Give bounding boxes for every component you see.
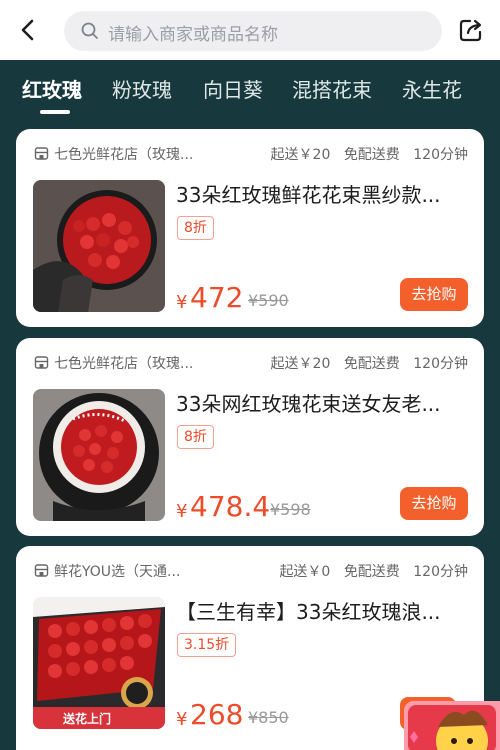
store-name[interactable]: 七色光鲜花店（玫瑰... — [54, 353, 193, 373]
original-price: ¥598 — [270, 500, 311, 519]
category-tabs: 红玫瑰 粉玫瑰 向日葵 混搭花束 永生花 — [0, 60, 500, 122]
store-icon — [34, 356, 49, 369]
sale-price: 472 — [190, 281, 244, 314]
min-order: 起送￥20 — [270, 356, 331, 372]
product-title[interactable]: 33朵网红玫瑰花束送女友老... — [176, 388, 471, 417]
top-bar: 请输入商家或商品名称 — [0, 0, 500, 60]
discount-badge: 8折 — [177, 425, 214, 449]
tab-red-rose[interactable]: 红玫瑰 — [22, 74, 82, 103]
price-currency: ¥ — [176, 501, 188, 522]
store-icon — [34, 147, 49, 160]
price-currency: ¥ — [176, 292, 188, 313]
min-order: 起送￥0 — [279, 564, 331, 580]
search-icon — [81, 22, 98, 39]
min-order: 起送￥20 — [270, 147, 331, 163]
product-image[interactable] — [33, 180, 165, 312]
back-arrow-icon[interactable] — [14, 16, 42, 44]
product-image[interactable] — [33, 389, 165, 521]
delivery-info: 起送￥20 免配送费 120分钟 — [262, 353, 468, 373]
buy-now-button[interactable]: 去抢购 — [400, 278, 468, 311]
store-icon — [34, 564, 49, 577]
delivery-fee: 免配送费 — [343, 564, 400, 580]
search-input[interactable]: 请输入商家或商品名称 — [64, 11, 442, 51]
tab-mixed-bouquet[interactable]: 混搭花束 — [292, 74, 372, 103]
sale-price: 268 — [190, 698, 244, 731]
share-icon[interactable] — [457, 16, 485, 44]
delivery-time: 120分钟 — [413, 147, 468, 163]
active-tab-indicator — [40, 110, 70, 114]
delivery-info: 起送￥0 免配送费 120分钟 — [270, 561, 468, 581]
discount-badge: 3.15折 — [177, 633, 237, 657]
original-price: ¥590 — [248, 291, 289, 310]
product-image[interactable]: 送花上门 — [33, 597, 165, 729]
delivery-info: 起送￥20 免配送费 120分钟 — [262, 144, 468, 164]
tab-sunflower[interactable]: 向日葵 — [203, 74, 263, 103]
sale-price: 478.4 — [190, 490, 271, 523]
store-name[interactable]: 鲜花YOU选（天通... — [54, 561, 180, 581]
original-price: ¥850 — [248, 708, 289, 727]
tab-pink-rose[interactable]: 粉玫瑰 — [112, 74, 172, 103]
price-currency: ¥ — [176, 709, 188, 730]
tab-preserved-flower[interactable]: 永生花 — [402, 74, 462, 103]
store-name[interactable]: 七色光鲜花店（玫瑰... — [54, 144, 193, 164]
delivery-time: 120分钟 — [413, 356, 468, 372]
product-title[interactable]: 33朵红玫瑰鲜花花束黑纱款... — [176, 179, 471, 208]
buy-now-button[interactable]: 去抢购 — [400, 487, 468, 520]
product-card[interactable]: 七色光鲜花店（玫瑰... 起送￥20 免配送费 120分钟 33朵红玫瑰鲜花花束… — [16, 129, 484, 327]
product-title[interactable]: 【三生有幸】33朵红玫瑰浪... — [176, 596, 471, 625]
search-placeholder: 请输入商家或商品名称 — [108, 25, 278, 45]
discount-badge: 8折 — [177, 216, 214, 240]
delivery-fee: 免配送费 — [343, 356, 400, 372]
delivery-fee: 免配送费 — [343, 147, 400, 163]
image-tag: 送花上门 — [63, 712, 112, 726]
floating-promo-badge[interactable] — [404, 701, 500, 750]
product-card[interactable]: 七色光鲜花店（玫瑰... 起送￥20 免配送费 120分钟 33朵网红玫瑰花束送… — [16, 338, 484, 536]
delivery-time: 120分钟 — [413, 564, 468, 580]
